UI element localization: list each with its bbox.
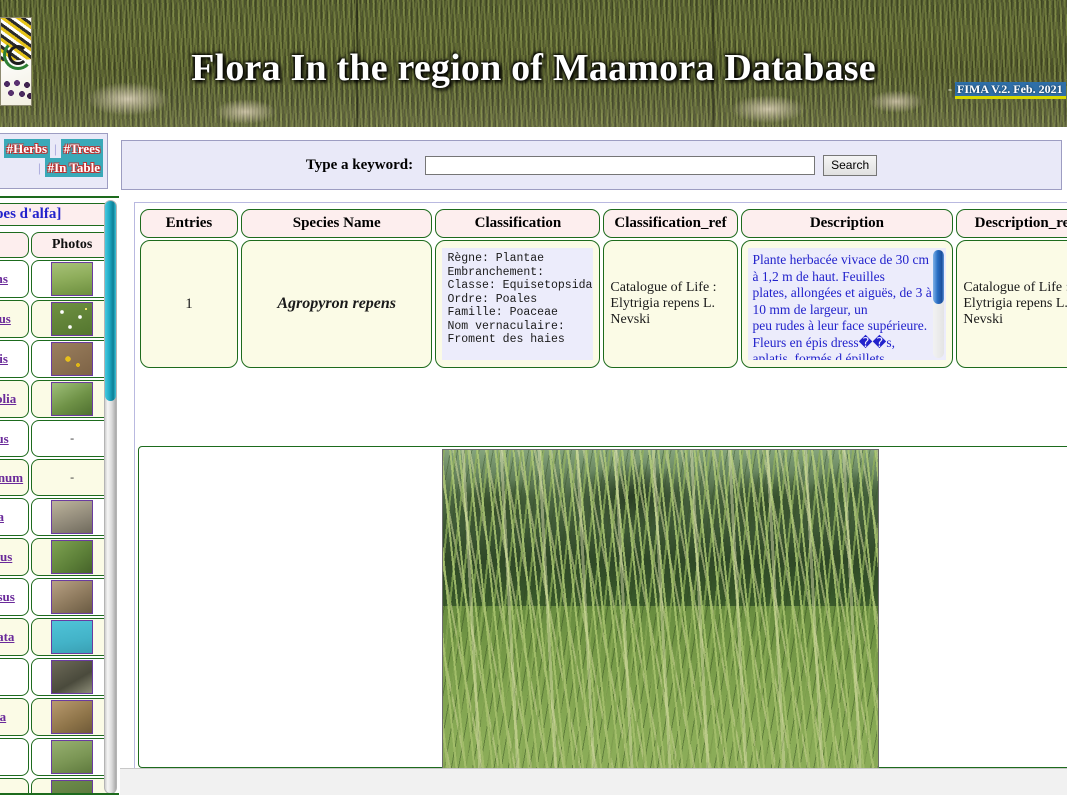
list-item[interactable]: Anthemis fuscatus - [0, 420, 113, 457]
table-header-row: Entries Species Name Classification Clas… [140, 209, 1067, 238]
list-item[interactable]: Asphodelus ramosus [0, 578, 113, 616]
list-item[interactable]: Asparagus aphyllus [0, 538, 113, 576]
species-photo-panel: Agropyron repens [138, 446, 1067, 772]
nav-link-trees[interactable]: #Trees [60, 139, 103, 158]
nav-separator-1: | [54, 141, 57, 156]
classification-scrollbox[interactable]: Règne: Plantae Embranchement: Classe: Eq… [442, 248, 594, 360]
sidebar-species-link[interactable]: Anthemis fuscatus [0, 431, 9, 446]
search-button[interactable]: Search [823, 154, 878, 176]
sidebar-species-link[interactable]: Atractylis cancellata [0, 629, 14, 644]
column-header-description: Description [740, 209, 954, 238]
search-panel: Type a keyword: Search [121, 140, 1062, 190]
nav-separator-2: | [37, 160, 41, 175]
classification-value: Règne: Plantae Embranchement: Classe: Eq… [447, 252, 593, 346]
page-title: Flora In the region of Maamora Database [191, 47, 876, 89]
list-item[interactable]: Arisarum simorrhinum - [0, 459, 113, 496]
sidebar-species-link[interactable]: Biscutella baetica [0, 709, 6, 724]
list-item[interactable]: Anacyclus radiatus [0, 300, 113, 338]
sidebar-species-link[interactable]: Andryala integrifolia [0, 391, 16, 406]
cell-species-name: Agropyron repens [240, 240, 433, 368]
column-header-species-name: Species Name [240, 209, 433, 238]
sidebar-scrollbar[interactable] [104, 200, 117, 793]
site-banner: Flora In the region of Maamora Database … [0, 0, 1067, 127]
thumb-armeria[interactable] [51, 500, 94, 534]
classification-ref-value: Catalogue of Life : Elytrigia repens L. … [610, 280, 717, 327]
description-value: Plante herbacée vivace de 30 cm à 1,2 m … [752, 252, 932, 360]
column-header-description-ref: Description_ref [956, 209, 1067, 238]
sidebar-header-photos: Photos [31, 232, 113, 258]
description-scrollbar-thumb[interactable] [933, 250, 945, 304]
thumb-andryala[interactable] [51, 382, 94, 416]
description-scrollbox[interactable]: Plante herbacée vivace de 30 cm à 1,2 m … [747, 248, 947, 360]
thumb-extra-1[interactable] [51, 740, 94, 774]
agropyron-repens-field-photo [441, 449, 879, 772]
results-panel: Entries Species Name Classification Clas… [134, 202, 1067, 773]
thumb-anagallis[interactable] [51, 342, 94, 376]
list-item[interactable]: Andryala integrifolia [0, 380, 113, 418]
sidebar-species-link[interactable]: Agropyron repens [0, 271, 8, 286]
sidebar-species-link[interactable]: Asphodelus ramosus [0, 589, 15, 604]
search-input[interactable] [425, 155, 816, 175]
sidebar-title: [Les nappes d'alfa] [0, 203, 116, 226]
results-table: Entries Species Name Classification Clas… [137, 207, 1067, 370]
species-name-value: Agropyron repens [277, 295, 397, 312]
list-item[interactable]: Agropyron repens [0, 260, 113, 298]
version-dash: - [948, 82, 952, 96]
sidebar-species-link[interactable]: Arisarum simorrhinum [0, 470, 23, 485]
column-header-classification-ref: Classification_ref [603, 209, 738, 238]
table-row: 1 Agropyron repens Règne: Plantae Embran… [140, 240, 1067, 368]
cell-entry-number: 1 [140, 240, 238, 368]
list-item[interactable]: Armeria alliacea [0, 498, 113, 536]
sidebar-species-link[interactable]: Asparagus aphyllus [0, 549, 12, 564]
thumb-asparagus[interactable] [51, 540, 94, 574]
sidebar-species-table: Species Name Photos Agropyron repens Ana… [0, 230, 115, 793]
photo-haze [442, 450, 878, 772]
list-item[interactable] [0, 778, 113, 793]
sidebar-species-link[interactable]: Anagallis arvensis [0, 351, 8, 366]
thumb-biscutella[interactable] [51, 700, 94, 734]
sidebar-photo-empty: - [31, 459, 113, 496]
anchor-nav-links: #Herbs | #Trees | #In Table [0, 134, 107, 177]
sidebar-photo-empty: - [31, 420, 113, 457]
main-content: Type a keyword: Search Entries Species N… [120, 127, 1067, 795]
list-item[interactable]: Anagallis arvensis [0, 340, 113, 378]
bottom-strip [120, 768, 1067, 795]
species-sidebar[interactable]: [Les nappes d'alfa] Species Name Photos … [0, 196, 119, 795]
sidebar-scrollbar-thumb[interactable] [105, 201, 116, 401]
sidebar-species-link[interactable]: Anacyclus radiatus [0, 311, 11, 326]
list-item[interactable] [0, 738, 113, 776]
description-ref-value: Catalogue of Life : Elytrigia repens L. … [963, 280, 1067, 327]
version-badge: - FIMA V.2. Feb. 2021 [948, 82, 1066, 99]
thumb-atractylis[interactable] [51, 620, 94, 654]
column-header-classification: Classification [435, 209, 601, 238]
search-label: Type a keyword: [305, 156, 414, 173]
list-item[interactable]: Bellis annua [0, 658, 113, 696]
sidebar-header-species-name: Species Name [0, 232, 30, 258]
nav-link-herbs[interactable]: #Herbs [3, 139, 51, 158]
cell-description-ref: Catalogue of Life : Elytrigia repens L. … [956, 240, 1067, 368]
anchor-nav-box: #Herbs | #Trees | #In Table [0, 133, 108, 189]
entry-number-value: 1 [185, 295, 193, 312]
sidebar-scroll-content: [Les nappes d'alfa] Species Name Photos … [0, 198, 119, 793]
column-header-entries: Entries [140, 209, 238, 238]
cell-classification-ref: Catalogue of Life : Elytrigia repens L. … [603, 240, 738, 368]
cell-classification: Règne: Plantae Embranchement: Classe: Eq… [435, 240, 601, 368]
thumb-anacyclus[interactable] [51, 302, 94, 336]
nav-link-in-table[interactable]: #In Table [44, 158, 103, 177]
sidebar-species-link[interactable]: Armeria alliacea [0, 509, 4, 524]
cell-description: Plante herbacée vivace de 30 cm à 1,2 m … [740, 240, 954, 368]
list-item[interactable]: Biscutella baetica [0, 698, 113, 736]
thumb-bellis[interactable] [51, 660, 94, 694]
thumb-agropyron[interactable] [51, 262, 94, 296]
list-item[interactable]: Atractylis cancellata [0, 618, 113, 656]
thumb-extra-2[interactable] [51, 780, 94, 793]
sidebar-header-row: Species Name Photos [0, 232, 113, 258]
thumb-asphodelus[interactable] [51, 580, 94, 614]
version-label: FIMA V.2. Feb. 2021 [955, 82, 1066, 99]
